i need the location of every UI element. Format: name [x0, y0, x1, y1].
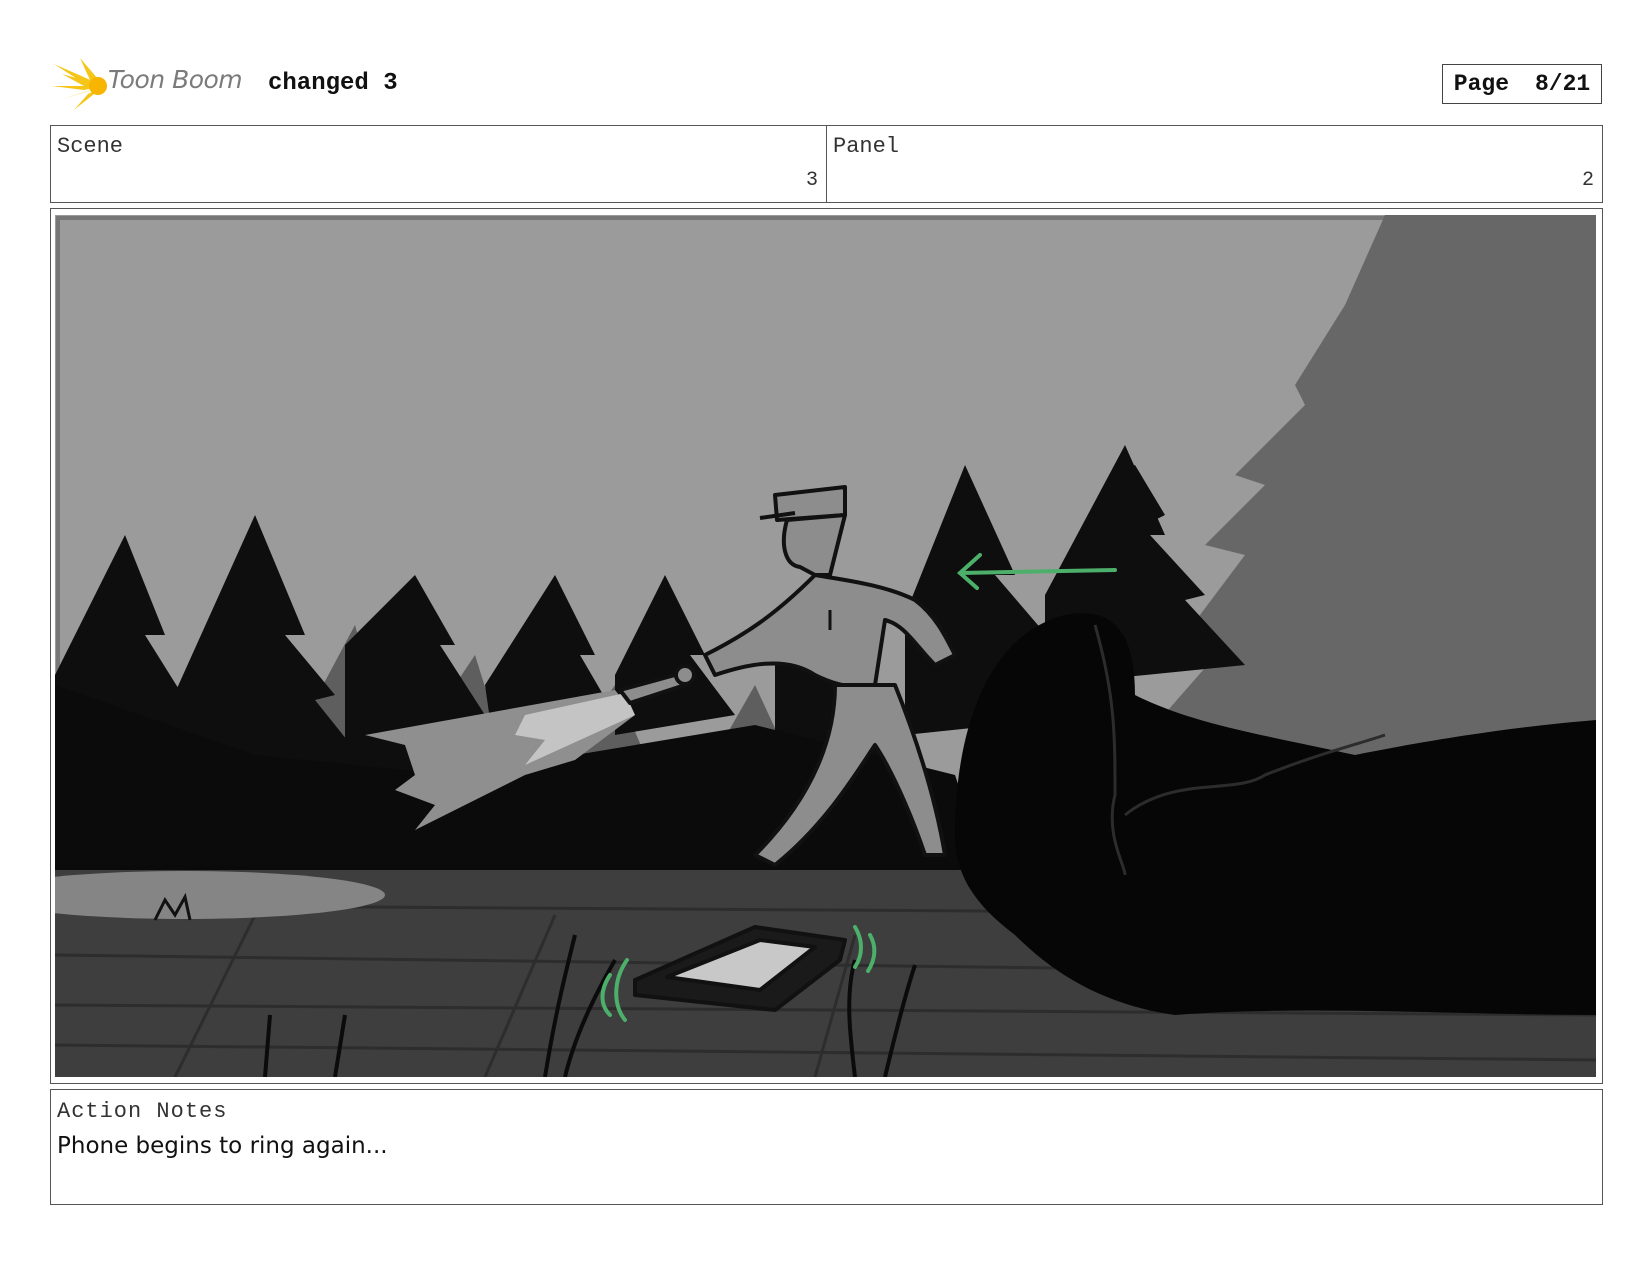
toon-boom-logo: Toon Boom [52, 56, 252, 112]
scene-panel-row: Scene 3 Panel 2 [50, 125, 1603, 203]
page-number: 8/21 [1535, 71, 1591, 97]
panel-number: 2 [1581, 169, 1594, 192]
panel-cell: Panel 2 [826, 126, 1602, 202]
action-notes-label: Action Notes [57, 1099, 228, 1124]
scene-cell: Scene 3 [51, 126, 826, 202]
storyboard-panel-image [55, 215, 1596, 1077]
page-label: Page [1453, 71, 1509, 97]
action-notes-text: Phone begins to ring again... [57, 1133, 388, 1159]
logo-text: Toon Boom [108, 65, 243, 94]
scene-number: 3 [805, 169, 818, 192]
board-title: changed 3 [268, 70, 398, 97]
panel-label: Panel [833, 134, 900, 159]
starburst-icon [52, 58, 107, 110]
storyboard-frame [50, 208, 1603, 1084]
action-notes: Action Notes Phone begins to ring again.… [50, 1089, 1603, 1205]
page-indicator: Page 8/21 [1442, 64, 1602, 104]
scene-label: Scene [57, 134, 124, 159]
